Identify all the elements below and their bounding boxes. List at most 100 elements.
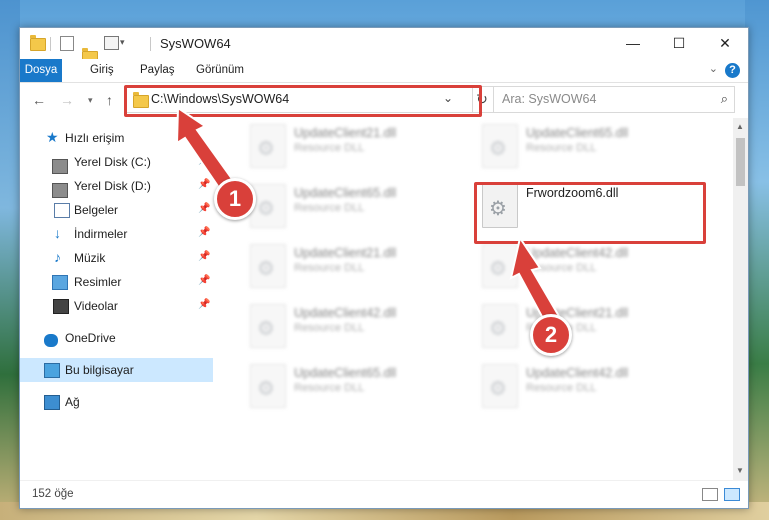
pin-icon: 📌 <box>198 203 211 214</box>
file-item[interactable]: UpdateClient21.dll Resource DLL <box>250 124 470 176</box>
customize-toolbar-icon[interactable] <box>104 36 119 50</box>
sidebar-item-label: İndirmeler <box>74 227 128 241</box>
file-item[interactable]: UpdateClient42.dll Resource DLL <box>250 304 470 356</box>
file-name: UpdateClient42.dll <box>526 366 629 380</box>
sidebar-item-onedrive[interactable]: OneDrive <box>20 326 213 350</box>
tab-file[interactable]: Dosya <box>20 59 62 82</box>
file-type: Resource DLL <box>526 262 597 274</box>
close-button[interactable]: ✕ <box>702 28 748 58</box>
sidebar-item-downloads[interactable]: ↓ İndirmeler 📌 <box>20 222 213 246</box>
file-name: UpdateClient65.dll <box>526 126 629 140</box>
step-1-badge: 1 <box>214 178 256 220</box>
search-placeholder: Ara: SysWOW64 <box>502 92 597 106</box>
scrollbar-thumb[interactable] <box>736 138 745 186</box>
pictures-icon <box>52 275 68 290</box>
file-item[interactable]: UpdateClient65.dll Resource DLL <box>482 124 702 176</box>
file-item[interactable]: UpdateClient42.dll Resource DLL <box>482 244 702 296</box>
tab-home[interactable]: Giriş <box>84 59 120 82</box>
properties-icon[interactable] <box>60 36 74 51</box>
forward-arrow-icon[interactable]: → <box>60 92 74 108</box>
sidebar-item-label: Yerel Disk (D:) <box>74 179 151 193</box>
search-input[interactable]: Ara: SysWOW64 ⌕ <box>493 86 735 113</box>
sidebar-item-label: Hızlı erişim <box>65 131 125 145</box>
pin-icon: 📌 <box>198 155 211 166</box>
drive-icon <box>52 183 68 198</box>
address-bar-highlight <box>124 85 482 117</box>
file-item[interactable]: UpdateClient21.dll Resource DLL <box>250 244 470 296</box>
status-bar: 152 öğe <box>20 480 748 508</box>
sidebar-item-local-disk-c[interactable]: Yerel Disk (C:) 📌 <box>20 150 213 174</box>
sidebar-item-label: Müzik <box>74 251 106 265</box>
file-name: UpdateClient42.dll <box>294 306 397 320</box>
file-type: Resource DLL <box>294 142 365 154</box>
music-icon: ♪ <box>54 249 61 265</box>
sidebar-item-label: Resimler <box>74 275 122 289</box>
scroll-down-icon[interactable]: ▼ <box>736 466 744 475</box>
tab-share[interactable]: Paylaş <box>134 59 181 82</box>
dll-file-icon <box>250 364 286 408</box>
sidebar-item-label: Videolar <box>74 299 118 313</box>
cloud-icon <box>44 334 58 347</box>
desktop-background-left <box>0 0 20 520</box>
sidebar-item-pictures[interactable]: Resimler 📌 <box>20 270 213 294</box>
file-item[interactable]: UpdateClient21.dll Resource DLL <box>482 304 702 356</box>
drive-icon <box>52 159 68 174</box>
large-icons-view-icon[interactable] <box>724 488 740 501</box>
vertical-scrollbar[interactable]: ▲ ▼ <box>733 118 748 480</box>
file-name: UpdateClient42.dll <box>526 246 629 260</box>
minimize-button[interactable]: — <box>610 28 656 58</box>
sidebar-item-label: Ağ <box>65 395 80 409</box>
network-icon <box>44 395 60 410</box>
folder-icon <box>30 35 46 51</box>
file-type: Resource DLL <box>526 142 597 154</box>
sidebar-item-local-disk-d[interactable]: Yerel Disk (D:) 📌 <box>20 174 213 198</box>
dll-file-icon <box>250 184 286 228</box>
up-arrow-icon[interactable]: ↑ <box>106 92 113 108</box>
sidebar-item-this-pc[interactable]: Bu bilgisayar <box>20 358 213 382</box>
window-title: SysWOW64 <box>160 36 231 51</box>
sidebar-item-quick-access[interactable]: ★ Hızlı erişim <box>20 126 213 150</box>
dll-file-icon <box>482 304 518 348</box>
chevron-down-icon[interactable]: ⌄ <box>709 62 718 75</box>
pin-icon: 📌 <box>198 275 211 286</box>
file-highlight <box>474 182 706 244</box>
dll-file-icon <box>482 364 518 408</box>
back-arrow-icon[interactable]: ← <box>32 92 46 108</box>
file-item[interactable]: UpdateClient42.dll Resource DLL <box>482 364 702 416</box>
chevron-down-icon[interactable]: ▾ <box>120 37 125 53</box>
file-name: UpdateClient65.dll <box>294 366 397 380</box>
sidebar-item-label: Belgeler <box>74 203 119 217</box>
scroll-up-icon[interactable]: ▲ <box>736 122 744 131</box>
sidebar-item-network[interactable]: Ağ <box>20 390 213 414</box>
dll-file-icon <box>250 124 286 168</box>
pin-icon: 📌 <box>198 251 211 262</box>
pin-icon: 📌 <box>198 299 211 310</box>
sidebar-item-music[interactable]: ♪ Müzik 📌 <box>20 246 213 270</box>
file-name: UpdateClient21.dll <box>294 126 397 140</box>
downloads-icon: ↓ <box>54 225 61 241</box>
file-item[interactable]: UpdateClient65.dll Resource DLL <box>250 364 470 416</box>
dll-file-icon <box>250 304 286 348</box>
help-icon[interactable]: ? <box>725 63 740 78</box>
sidebar-item-documents[interactable]: Belgeler 📌 <box>20 198 213 222</box>
sidebar-item-label: OneDrive <box>65 331 116 345</box>
dll-file-icon <box>482 124 518 168</box>
file-type: Resource DLL <box>294 202 365 214</box>
dll-file-icon <box>250 244 286 288</box>
tab-view[interactable]: Görünüm <box>190 59 250 82</box>
details-view-icon[interactable] <box>702 488 718 501</box>
file-type: Resource DLL <box>294 382 365 394</box>
file-item[interactable]: UpdateClient65.dll Resource DLL <box>250 184 470 236</box>
file-name: UpdateClient21.dll <box>294 246 397 260</box>
item-count: 152 öğe <box>32 488 74 500</box>
dll-file-icon <box>482 244 518 288</box>
recent-locations-icon[interactable]: ▾ <box>88 95 93 106</box>
maximize-button[interactable]: ☐ <box>656 28 702 58</box>
sidebar-item-videos[interactable]: Videolar 📌 <box>20 294 213 318</box>
star-icon: ★ <box>46 129 59 145</box>
sidebar-item-label: Yerel Disk (C:) <box>74 155 151 169</box>
divider <box>50 37 51 51</box>
pin-icon: 📌 <box>198 227 211 238</box>
file-name: UpdateClient65.dll <box>294 186 397 200</box>
videos-icon <box>53 299 69 314</box>
